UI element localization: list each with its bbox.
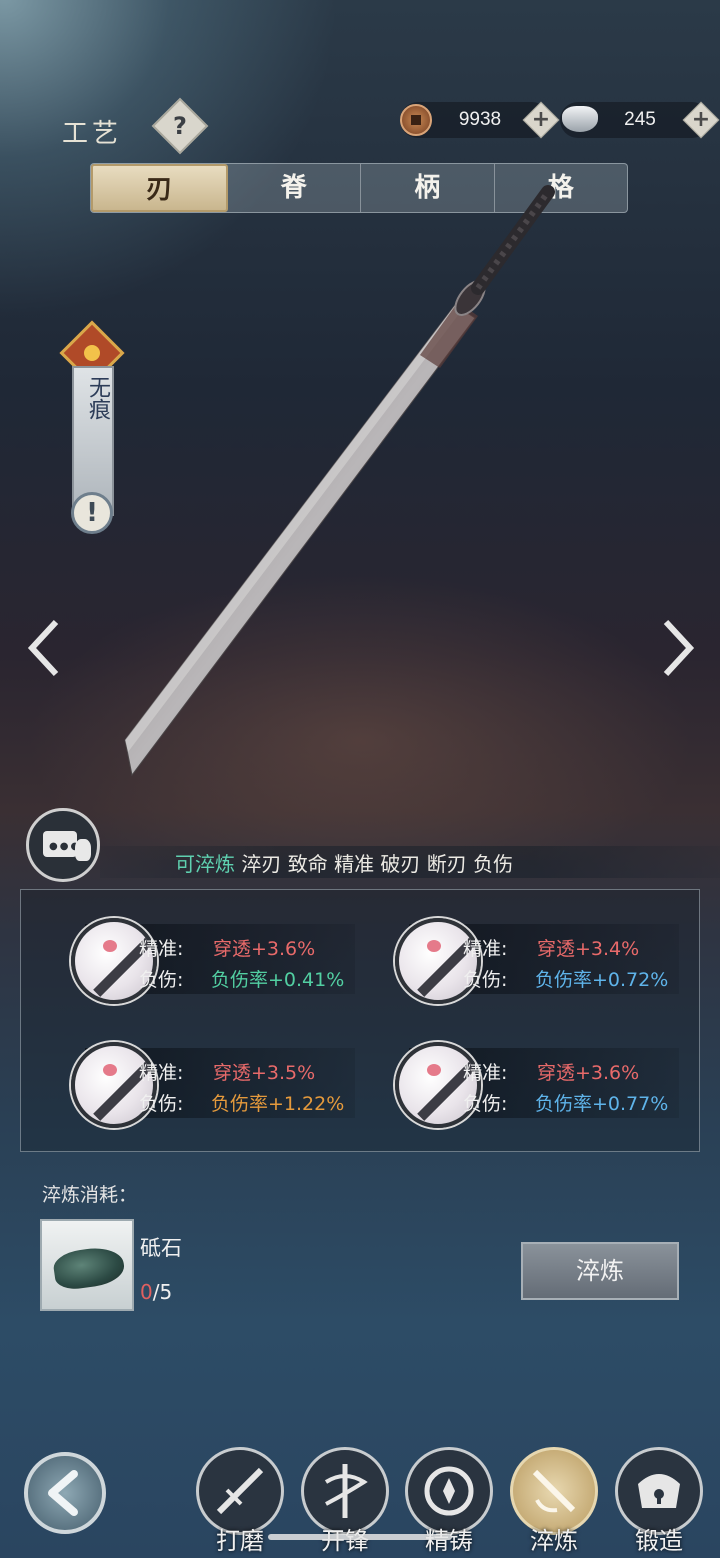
- refine-button[interactable]: 淬炼: [521, 1242, 679, 1300]
- nav-polish[interactable]: 打磨: [196, 1447, 284, 1557]
- refinable-label: 可淬炼: [175, 852, 235, 876]
- refine-slot-2[interactable]: 精准: 穿透+3.4% 负伤: 负伤率+0.72%: [369, 910, 679, 1010]
- slot-key: 负伤:: [139, 969, 184, 991]
- slot-value: 负伤率+0.77%: [535, 1093, 669, 1115]
- slot-value: 负伤率+0.72%: [535, 969, 669, 991]
- slot-key: 精准:: [139, 1062, 184, 1084]
- item-have: 0: [140, 1280, 153, 1304]
- nav-forge[interactable]: 锻造: [615, 1447, 703, 1557]
- refine-attributes: 可淬炼 淬刃 致命 精准 破刃 断刃 负伤: [175, 848, 513, 877]
- help-button[interactable]: ?: [151, 97, 209, 155]
- refine-slot-1[interactable]: 精准: 穿透+3.6% 负伤: 负伤率+0.41%: [45, 910, 355, 1010]
- slot-key: 负伤:: [463, 1093, 508, 1115]
- whetstone-icon: [51, 1244, 127, 1292]
- item-count: 0/5: [140, 1280, 172, 1304]
- page-title: 工艺: [62, 119, 123, 149]
- back-button[interactable]: [24, 1452, 106, 1534]
- slot-key: 精准:: [463, 938, 508, 960]
- nav-cast[interactable]: 精铸: [405, 1447, 493, 1557]
- nav-label: 淬炼: [530, 1527, 578, 1555]
- refine-slot-3[interactable]: 精准: 穿透+3.5% 负伤: 负伤率+1.22%: [45, 1034, 355, 1134]
- silver-amount: 245: [624, 109, 656, 130]
- plus-icon: +: [691, 107, 711, 132]
- tab-spine[interactable]: 脊: [228, 164, 361, 212]
- silver-ingot-icon: [562, 106, 598, 132]
- weapon-name: 无痕: [85, 376, 110, 420]
- next-arrow-icon[interactable]: [660, 618, 696, 678]
- slot-value: 负伤率+0.41%: [211, 969, 345, 991]
- whetstone-item[interactable]: [40, 1219, 134, 1311]
- slot-value: 穿透+3.6%: [537, 1062, 640, 1084]
- plus-icon: +: [531, 107, 551, 132]
- item-name: 砥石: [140, 1236, 182, 1260]
- refine-slots-panel: 精准: 穿透+3.6% 负伤: 负伤率+0.41% 精准: 穿透+3.4% 负伤…: [20, 889, 700, 1152]
- back-arrow-icon: [48, 1470, 78, 1516]
- copper-currency: 9938 +: [400, 101, 560, 139]
- add-silver-button[interactable]: +: [682, 101, 720, 139]
- nav-label: 锻造: [635, 1527, 683, 1555]
- info-button[interactable]: !: [71, 492, 113, 534]
- slot-key: 负伤:: [139, 1093, 184, 1115]
- silver-currency: 245 +: [560, 101, 720, 139]
- tab-handle[interactable]: 柄: [361, 164, 495, 212]
- part-tabs: 刃 脊 柄 格: [90, 163, 628, 213]
- weapon-badge: 无痕 !: [59, 320, 125, 550]
- slot-key: 精准:: [139, 938, 184, 960]
- add-copper-button[interactable]: +: [522, 101, 560, 139]
- item-need: /5: [152, 1280, 173, 1304]
- home-indicator[interactable]: [268, 1534, 452, 1540]
- prev-arrow-icon[interactable]: [26, 618, 62, 678]
- cost-label: 淬炼消耗：: [42, 1184, 138, 1206]
- slot-value: 穿透+3.5%: [213, 1062, 316, 1084]
- attribute-list: 淬刃 致命 精准 破刃 断刃 负伤: [235, 852, 514, 876]
- slot-key: 负伤:: [463, 969, 508, 991]
- nav-sharpen[interactable]: 开锋: [301, 1447, 389, 1557]
- nav-temper[interactable]: 淬炼: [510, 1447, 598, 1557]
- copper-coin-icon: [400, 104, 432, 136]
- chat-icon[interactable]: ●●●: [26, 808, 100, 882]
- slot-key: 精准:: [463, 1062, 508, 1084]
- slot-value: 负伤率+1.22%: [211, 1093, 345, 1115]
- slot-value: 穿透+3.6%: [213, 938, 316, 960]
- refine-slot-4[interactable]: 精准: 穿透+3.6% 负伤: 负伤率+0.77%: [369, 1034, 679, 1134]
- slot-value: 穿透+3.4%: [537, 938, 640, 960]
- tab-guard[interactable]: 格: [495, 164, 628, 212]
- help-icon: ?: [173, 112, 187, 140]
- copper-amount: 9938: [458, 109, 502, 130]
- tab-blade[interactable]: 刃: [91, 164, 228, 212]
